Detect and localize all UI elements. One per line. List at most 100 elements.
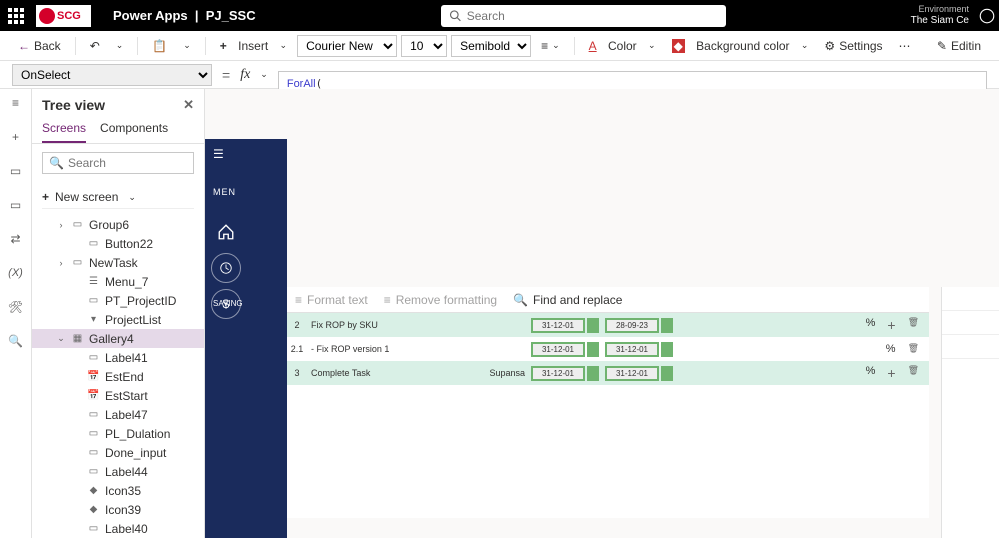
tree-node[interactable]: ◆Icon39 xyxy=(32,500,204,519)
tree-node[interactable]: ▾ProjectList xyxy=(32,310,204,329)
tree-node[interactable]: ▭Label47 xyxy=(32,405,204,424)
delete-row-button[interactable]: 🗑 xyxy=(908,343,919,355)
data-pane-icon[interactable]: ▭ xyxy=(8,163,24,179)
flows-icon[interactable]: ⇄ xyxy=(8,231,24,247)
menu-icon: ☰ xyxy=(87,275,100,288)
tab-screens[interactable]: Screens xyxy=(42,117,86,143)
delete-row-button[interactable]: 🗑 xyxy=(908,317,919,333)
app-title: Power Apps | PJ_SSC xyxy=(113,8,256,23)
font-size-select[interactable]: 10 xyxy=(401,35,447,57)
delete-row-button[interactable]: 🗑 xyxy=(908,365,919,381)
undo-dropdown[interactable]: ⌄ xyxy=(110,37,130,54)
close-panel-button[interactable]: ✕ xyxy=(183,97,194,113)
paste-button[interactable]: 📋 xyxy=(146,36,173,56)
find-replace-button[interactable]: 🔍 Find and replace xyxy=(513,293,622,307)
tree-node[interactable]: ▭PL_Dulation xyxy=(32,424,204,443)
tree-node[interactable]: ☰ Menu_7 xyxy=(32,272,204,291)
add-row-button[interactable]: + xyxy=(887,317,895,333)
calendar-icon[interactable] xyxy=(587,366,599,381)
tree-node[interactable]: ▭PT_ProjectID xyxy=(32,291,204,310)
advanced-tools-icon[interactable]: 🛠 xyxy=(8,299,24,315)
date-start[interactable]: 31-12-01 xyxy=(531,318,585,333)
calendar-icon[interactable] xyxy=(661,366,673,381)
calendar-icon[interactable] xyxy=(587,318,599,333)
calendar-icon[interactable] xyxy=(661,342,673,357)
tree-node-label: Label41 xyxy=(105,351,148,365)
overflow-button[interactable]: ⋯ xyxy=(893,36,917,56)
top-bar: SCG Power Apps | PJ_SSC Environment The … xyxy=(0,0,999,31)
dropdown-icon: ▾ xyxy=(87,313,100,326)
nav-home-button[interactable] xyxy=(211,217,241,247)
chevron-icon: › xyxy=(56,220,66,230)
property-select[interactable]: OnSelect xyxy=(12,64,212,86)
tree-search-input[interactable] xyxy=(68,156,187,170)
task-row[interactable]: 2.1- Fix ROP version 131-12-0131-12-01%🗑 xyxy=(287,337,929,361)
input-icon: ▭ xyxy=(87,446,100,459)
tree-node-label: Icon35 xyxy=(105,484,141,498)
settings-button[interactable]: ⚙ Settings xyxy=(818,36,888,56)
tree-node[interactable]: ›▭Group6 xyxy=(32,215,204,234)
waffle-icon[interactable] xyxy=(0,0,32,31)
new-screen-button[interactable]: +New screen⌄ xyxy=(42,186,194,209)
date-end[interactable]: 31-12-01 xyxy=(605,366,659,381)
back-button[interactable]: ←Back xyxy=(12,36,67,56)
insert-button[interactable]: + Insert ⌄ xyxy=(214,36,293,56)
font-weight-select[interactable]: Semibold xyxy=(451,35,531,57)
tree-node-label: PL_Dulation xyxy=(105,427,170,441)
editing-mode-button[interactable]: ✎ Editin xyxy=(931,36,987,56)
tree-node-label: Group6 xyxy=(89,218,129,232)
tree-node-label: EstStart xyxy=(105,389,148,403)
tree-node[interactable]: ▭Done_input xyxy=(32,443,204,462)
tree-node-label: NewTask xyxy=(89,256,138,270)
tree-search[interactable]: 🔍 xyxy=(42,152,194,174)
environment-picker[interactable]: Environment The Siam Ce xyxy=(911,5,975,26)
format-text-button[interactable]: ≡ Format text xyxy=(295,293,368,307)
canvas: ☰ MEN $ SAVING ≡ Format text ≡ Remove fo… xyxy=(205,89,999,538)
tree-node-label: Menu_7 xyxy=(105,275,148,289)
paste-dropdown[interactable]: ⌄ xyxy=(177,37,197,54)
tree-node[interactable]: 📅EstEnd xyxy=(32,367,204,386)
tab-components[interactable]: Components xyxy=(100,117,168,143)
tree-node[interactable]: ◆Icon35 xyxy=(32,481,204,500)
button-icon: ▭ xyxy=(87,237,100,250)
tree-list: ›▭Group6▭Button22›▭NewTask☰Menu_7▭PT_Pro… xyxy=(32,215,204,538)
calendar-icon[interactable] xyxy=(661,318,673,333)
search-pane-icon[interactable]: 🔍 xyxy=(8,333,24,349)
row-number: 3 xyxy=(287,368,307,378)
undo-button[interactable]: ↶ xyxy=(84,36,106,56)
tree-node[interactable]: ⌄▦Gallery4 xyxy=(32,329,204,348)
label-icon: ▭ xyxy=(87,465,100,478)
tree-node[interactable]: ▭ Button22 xyxy=(32,234,204,253)
tree-node[interactable]: ▭ Label41 xyxy=(32,348,204,367)
font-family-select[interactable]: Courier New xyxy=(297,35,397,57)
insert-pane-icon[interactable]: + xyxy=(8,129,24,145)
tree-view-icon[interactable]: ≡ xyxy=(8,95,24,111)
date-start[interactable]: 31-12-01 xyxy=(531,342,585,357)
task-row[interactable]: 3Complete TaskSupansa31-12-0131-12-01%+🗑 xyxy=(287,361,929,385)
align-button[interactable]: ≡ ⌄ xyxy=(535,36,566,56)
variables-icon[interactable]: (X) xyxy=(8,265,24,281)
media-pane-icon[interactable]: ▭ xyxy=(8,197,24,213)
date-start[interactable]: 31-12-01 xyxy=(531,366,585,381)
label-icon: ▭ xyxy=(87,294,100,307)
tree-node[interactable]: ▭Label40 xyxy=(32,519,204,538)
bg-color-button[interactable]: ◆ Background color ⌄ xyxy=(666,36,815,56)
tree-node[interactable]: ›▭NewTask xyxy=(32,253,204,272)
search-input[interactable] xyxy=(467,9,718,23)
tree-node[interactable]: ▭Label44 xyxy=(32,462,204,481)
calendar-icon[interactable] xyxy=(587,342,599,357)
date-end[interactable]: 31-12-01 xyxy=(605,342,659,357)
row-owner: Supansa xyxy=(471,368,531,378)
global-search[interactable] xyxy=(441,5,726,27)
font-color-button[interactable]: A Color ⌄ xyxy=(583,36,662,56)
add-row-button[interactable]: + xyxy=(887,365,895,381)
date-end[interactable]: 28-09-23 xyxy=(605,318,659,333)
tree-node-label: Button22 xyxy=(105,237,153,251)
tree-node[interactable]: 📅EstStart xyxy=(32,386,204,405)
label-icon: ▭ xyxy=(87,351,100,364)
task-row[interactable]: 2Fix ROP by SKU31-12-0128-09-23%+🗑 xyxy=(287,313,929,337)
row-number: 2 xyxy=(287,320,307,330)
remove-formatting-button[interactable]: ≡ Remove formatting xyxy=(384,293,497,307)
hamburger-icon[interactable]: ☰ xyxy=(213,147,224,161)
nav-clock-button[interactable] xyxy=(211,253,241,283)
